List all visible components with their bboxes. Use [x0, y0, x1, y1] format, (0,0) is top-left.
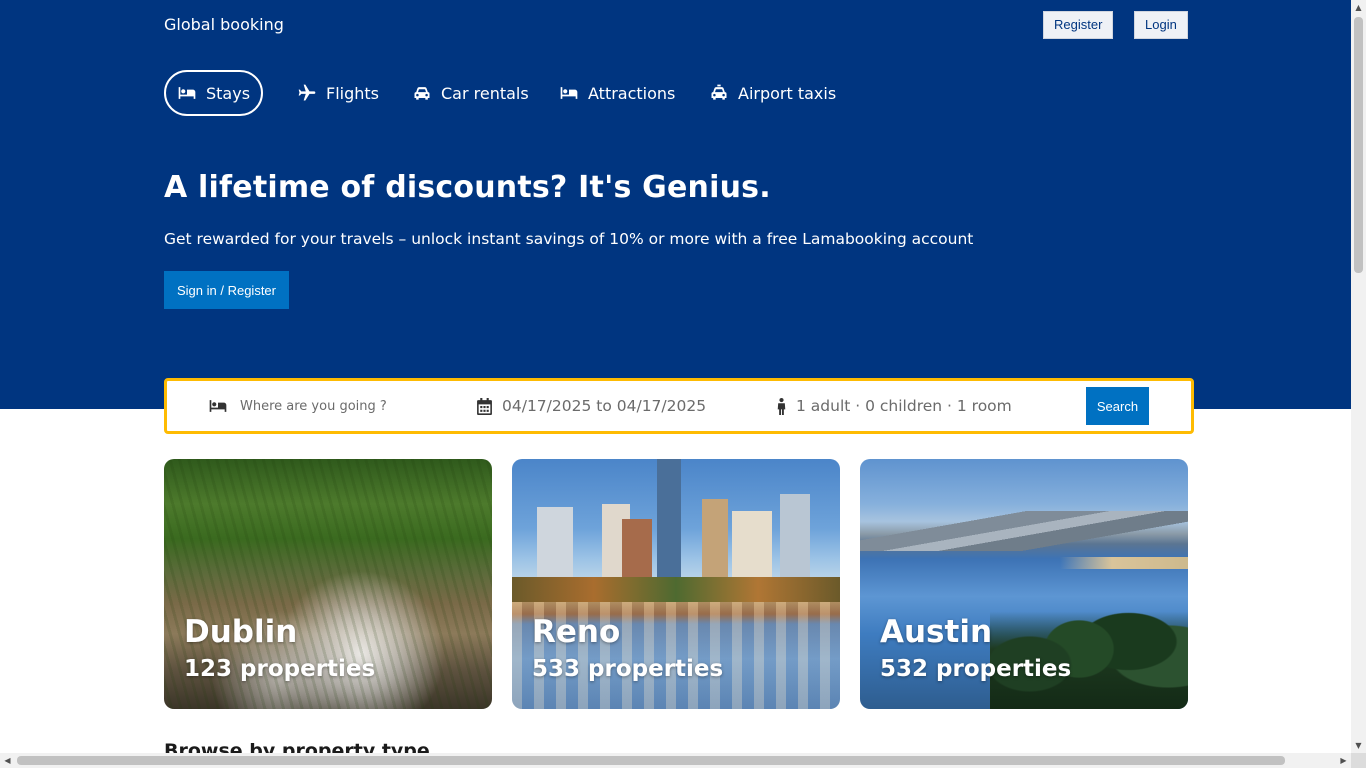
city-name: Dublin — [184, 614, 298, 650]
hero-subtitle: Get rewarded for your travels – unlock i… — [164, 230, 974, 248]
browse-section-title: Browse by property type — [164, 740, 430, 753]
taxi-icon — [709, 83, 729, 103]
bed-icon — [208, 396, 228, 416]
date-range-field[interactable]: 04/17/2025 to 04/17/2025 — [477, 381, 706, 431]
guests-field[interactable]: 1 adult · 0 children · 1 room — [776, 381, 1012, 431]
property-count: 533 properties — [532, 656, 724, 682]
tab-flights[interactable]: Flights — [297, 70, 379, 116]
tab-label: Flights — [326, 83, 379, 103]
tab-attractions[interactable]: Attractions — [559, 70, 675, 116]
destination-field[interactable] — [208, 381, 440, 431]
vertical-scrollbar[interactable]: ▲ ▼ — [1351, 0, 1366, 753]
tab-label: Attractions — [588, 83, 676, 103]
page-viewport: Global booking Register Login Stays Flig… — [0, 0, 1351, 753]
hero-title: A lifetime of discounts? It's Genius. — [164, 170, 771, 205]
vertical-scroll-thumb[interactable] — [1354, 17, 1363, 273]
scroll-right-icon[interactable]: ▶ — [1336, 753, 1351, 768]
tab-airport-taxis[interactable]: Airport taxis — [709, 70, 836, 116]
car-icon — [412, 83, 432, 103]
plane-icon — [297, 83, 317, 103]
register-button[interactable]: Register — [1043, 11, 1114, 39]
property-count: 123 properties — [184, 656, 376, 682]
scrollbar-corner — [1351, 753, 1366, 768]
property-count: 532 properties — [880, 656, 1072, 682]
navbar: Global booking Register Login — [164, 11, 1188, 41]
destination-input[interactable] — [240, 398, 440, 414]
horizontal-scrollbar[interactable]: ◀ ▶ — [0, 753, 1351, 768]
tab-label: Stays — [206, 83, 251, 103]
featured-cities: Dublin 123 properties Reno 533 propertie… — [164, 459, 1188, 709]
scroll-up-icon[interactable]: ▲ — [1351, 0, 1366, 15]
horizontal-scroll-thumb[interactable] — [17, 756, 1285, 765]
tab-car-rentals[interactable]: Car rentals — [412, 70, 529, 116]
featured-card-dublin[interactable]: Dublin 123 properties — [164, 459, 492, 709]
search-bar: 04/17/2025 to 04/17/2025 1 adult · 0 chi… — [164, 378, 1194, 434]
calendar-icon — [477, 397, 492, 415]
tab-stays[interactable]: Stays — [164, 70, 264, 116]
tab-label: Car rentals — [441, 83, 529, 103]
person-icon — [776, 397, 787, 415]
city-name: Austin — [880, 614, 993, 650]
tab-label: Airport taxis — [738, 83, 837, 103]
guests-text: 1 adult · 0 children · 1 room — [796, 397, 1012, 415]
featured-card-austin[interactable]: Austin 532 properties — [860, 459, 1188, 709]
login-button[interactable]: Login — [1134, 11, 1188, 39]
featured-card-reno[interactable]: Reno 533 properties — [512, 459, 840, 709]
city-name: Reno — [532, 614, 621, 650]
bed-icon — [177, 83, 197, 103]
logo[interactable]: Global booking — [164, 15, 284, 34]
scroll-down-icon[interactable]: ▼ — [1351, 738, 1366, 753]
sign-in-register-button[interactable]: Sign in / Register — [164, 271, 289, 309]
bed-icon — [559, 83, 579, 103]
search-button[interactable]: Search — [1086, 387, 1149, 425]
header: Global booking Register Login Stays Flig… — [0, 0, 1351, 409]
date-range-text: 04/17/2025 to 04/17/2025 — [502, 397, 707, 415]
scroll-left-icon[interactable]: ◀ — [0, 753, 15, 768]
